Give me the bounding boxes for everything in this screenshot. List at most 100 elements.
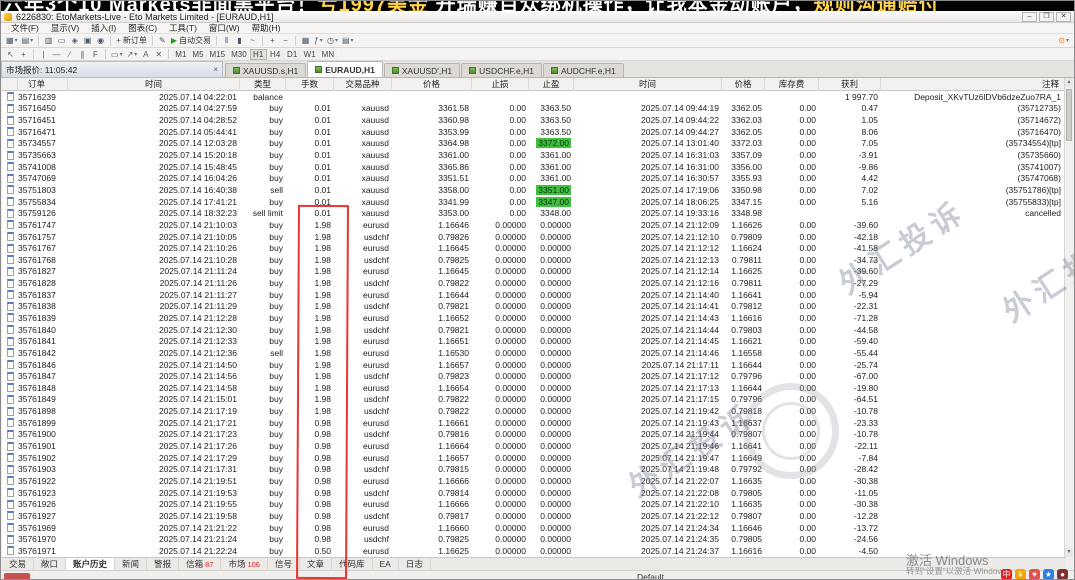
cursor-button[interactable]: ↖ (4, 49, 17, 60)
trendline-button[interactable]: ∕ (63, 49, 76, 60)
history-row[interactable]: 357618992025.07.14 21:17:21buy0.98eurusd… (2, 417, 1066, 429)
history-row[interactable]: 357618382025.07.14 21:11:29buy1.98usdchf… (2, 301, 1066, 313)
periods-button[interactable]: ◷▾ (325, 35, 340, 46)
timeframe-d1[interactable]: D1 (284, 49, 301, 60)
text-label-button[interactable]: A (139, 49, 152, 60)
chart-tab-xauusd-s-h1[interactable]: XAUUSD.s,H1 (225, 63, 306, 77)
menu-charts[interactable]: 图表(C) (122, 22, 163, 34)
history-row[interactable]: 357618272025.07.14 21:11:24buy1.98eurusd… (2, 266, 1066, 278)
scroll-up-icon[interactable]: ▲ (1065, 78, 1073, 87)
title-bar[interactable]: 6226830: EtoMarkets-Live - Eto Markets L… (1, 11, 1074, 23)
history-row[interactable]: 357162392025.07.14 04:22:01balance1 997.… (2, 91, 1066, 103)
tab-market[interactable]: 市场106 (221, 558, 268, 570)
market-watch-header[interactable]: 市场报价: 11:05:42 × (1, 61, 223, 78)
candles-chart-button[interactable]: ▮ (233, 35, 246, 46)
history-row[interactable]: 357619702025.07.14 21:21:24buy0.98usdchf… (2, 533, 1066, 545)
history-row[interactable]: 357618462025.07.14 21:14:50buy1.98eurusd… (2, 359, 1066, 371)
history-row[interactable]: 357617572025.07.14 21:10:05buy1.98usdchf… (2, 231, 1066, 243)
menu-help[interactable]: 帮助(H) (246, 22, 287, 34)
terminal-button[interactable]: ▣ (81, 35, 94, 46)
like-icon[interactable]: ♥ (1029, 569, 1040, 580)
tab-trade[interactable]: 交易 (2, 558, 34, 570)
shapes-button[interactable]: ▭▾ (109, 49, 125, 60)
history-row[interactable]: 357164712025.07.14 05:44:41buy0.01xauusd… (2, 126, 1066, 138)
scroll-down-icon[interactable]: ▼ (1065, 548, 1073, 557)
timeframe-mn[interactable]: MN (319, 49, 337, 60)
coin-icon[interactable]: ¥ (1015, 569, 1026, 580)
history-row[interactable]: 357518032025.07.14 16:40:38sell0.01xauus… (2, 184, 1066, 196)
channel-button[interactable]: ∥ (76, 49, 89, 60)
history-row[interactable]: 357617682025.07.14 21:10:28buy1.98usdchf… (2, 254, 1066, 266)
column-header[interactable]: 价格 (392, 78, 472, 91)
chart-tab-usdchf-e-h1[interactable]: USDCHF.e,H1 (461, 63, 542, 77)
history-row[interactable]: 357619012025.07.14 21:17:26buy0.98eurusd… (2, 440, 1066, 452)
tab-experts[interactable]: EA (373, 558, 399, 570)
history-row[interactable]: 357470692025.07.14 16:04:26buy0.01xauusd… (2, 172, 1066, 184)
profiles-button[interactable]: ▤▾ (20, 35, 36, 46)
column-header[interactable]: 订单 (18, 78, 68, 91)
column-header[interactable]: 时间 (574, 78, 722, 91)
new-order-button[interactable]: +新订单 (114, 35, 149, 46)
dot-icon[interactable]: ● (1057, 569, 1068, 580)
tab-exposure[interactable]: 敞口 (34, 558, 66, 570)
menu-insert[interactable]: 插入(I) (85, 22, 122, 34)
crosshair-button[interactable]: + (17, 49, 30, 60)
tab-signals[interactable]: 信号 (268, 558, 300, 570)
new-chart-button[interactable]: ▦▾ (4, 35, 20, 46)
history-row[interactable]: 357619032025.07.14 21:17:31buy0.98usdchf… (2, 464, 1066, 476)
scrollbar-thumb[interactable] (1066, 89, 1072, 141)
history-row[interactable]: 357619272025.07.14 21:19:58buy0.98usdchf… (2, 510, 1066, 522)
minimize-button[interactable]: – (1022, 12, 1037, 22)
tab-codebase[interactable]: 代码库 (332, 558, 373, 570)
tab-journal[interactable]: 日志 (399, 558, 431, 570)
history-row[interactable]: 357345572025.07.14 12:03:28buy0.01xauusd… (2, 138, 1066, 150)
history-row[interactable]: 357617672025.07.14 21:10:26buy1.98eurusd… (2, 242, 1066, 254)
history-row[interactable]: 357618982025.07.14 21:17:19buy1.98usdchf… (2, 405, 1066, 417)
history-row[interactable]: 357618282025.07.14 21:11:26buy1.98usdchf… (2, 277, 1066, 289)
menu-view[interactable]: 显示(V) (45, 22, 85, 34)
column-header[interactable]: 获利 (819, 78, 881, 91)
history-row[interactable]: 357619692025.07.14 21:21:22buy0.98eurusd… (2, 522, 1066, 534)
history-row[interactable]: 357619222025.07.14 21:19:51buy0.98eurusd… (2, 475, 1066, 487)
column-header[interactable]: 手数 (286, 78, 334, 91)
navigator-button[interactable]: ◈ (68, 35, 81, 46)
history-row[interactable]: 357618402025.07.14 21:12:30buy1.98usdchf… (2, 324, 1066, 336)
history-row[interactable]: 357618492025.07.14 21:15:01buy1.98usdchf… (2, 394, 1066, 406)
column-header[interactable]: 止盈 (529, 78, 574, 91)
zhong-badge-icon[interactable]: 中 (1001, 569, 1012, 580)
templates-button[interactable]: ▤▾ (340, 35, 356, 46)
chart-tab-euraud-h1[interactable]: EURAUD,H1 (307, 61, 383, 77)
tab-articles[interactable]: 文章 (300, 558, 332, 570)
indicators-button[interactable]: ƒ▾ (312, 35, 325, 46)
search-button[interactable]: ⊙▾ (1056, 35, 1071, 46)
timeframe-m15[interactable]: M15 (207, 49, 229, 60)
tile-windows-button[interactable]: ▦ (299, 35, 312, 46)
history-row[interactable]: 357558342025.07.14 17:41:21buy0.01xauusd… (2, 196, 1066, 208)
maximize-button[interactable]: ❐ (1039, 12, 1054, 22)
tab-account-history[interactable]: 账户历史 (66, 558, 115, 570)
timeframe-m30[interactable]: M30 (228, 49, 250, 60)
history-row[interactable]: 357591262025.07.14 18:32:23sell limit0.0… (2, 207, 1066, 219)
history-header-row[interactable]: 订单时间类型手数交易品种价格止损止盈时间价格库存费获利注释 (2, 78, 1066, 91)
history-row[interactable]: 357410082025.07.14 15:48:45buy0.01xauusd… (2, 161, 1066, 173)
history-row[interactable]: 357618372025.07.14 21:11:27buy1.98eurusd… (2, 289, 1066, 301)
history-row[interactable]: 357164512025.07.14 04:28:52buy0.01xauusd… (2, 114, 1066, 126)
timeframe-h1[interactable]: H1 (250, 49, 267, 60)
tab-alerts[interactable]: 警报 (147, 558, 179, 570)
market-watch-button[interactable]: ▥ (42, 35, 55, 46)
history-row[interactable]: 357618422025.07.14 21:12:36sell1.98eurus… (2, 347, 1066, 359)
strategy-tester-button[interactable]: ◉ (94, 35, 107, 46)
column-header[interactable]: 止损 (472, 78, 529, 91)
metaeditor-button[interactable]: ✎ (156, 35, 169, 46)
menu-file[interactable]: 文件(F) (5, 22, 45, 34)
history-row[interactable]: 357356632025.07.14 15:20:18buy0.01xauusd… (2, 149, 1066, 161)
column-header[interactable]: 交易品种 (334, 78, 392, 91)
timeframe-h4[interactable]: H4 (267, 49, 284, 60)
column-header[interactable]: 价格 (722, 78, 765, 91)
column-header[interactable]: 时间 (68, 78, 240, 91)
history-row[interactable]: 357619232025.07.14 21:19:53buy0.98usdchf… (2, 487, 1066, 499)
vertical-line-button[interactable]: | (37, 49, 50, 60)
history-row[interactable]: 357617472025.07.14 21:10:03buy1.98eurusd… (2, 219, 1066, 231)
zoom-out-button[interactable]: − (279, 35, 292, 46)
tab-mailbox[interactable]: 信箱87 (179, 558, 221, 570)
